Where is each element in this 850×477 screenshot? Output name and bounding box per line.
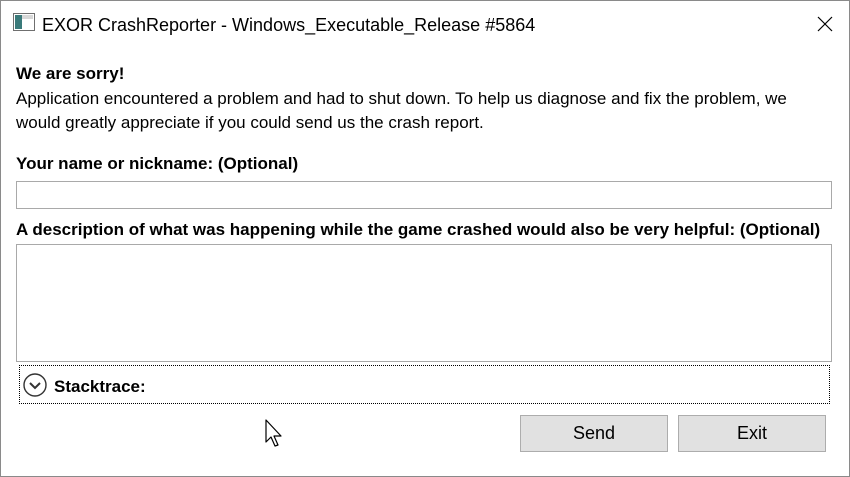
title-bar[interactable]: EXOR CrashReporter - Windows_Executable_… [1, 1, 849, 47]
stacktrace-expander[interactable]: Stacktrace: [19, 365, 830, 404]
send-button[interactable]: Send [520, 415, 668, 452]
description-textarea[interactable] [16, 244, 832, 362]
crash-message: Application encountered a problem and ha… [16, 89, 787, 132]
app-window-icon [13, 13, 35, 31]
chevron-down-circle-icon[interactable] [23, 373, 47, 397]
description-label: A description of what was happening whil… [16, 220, 821, 239]
close-button[interactable] [801, 1, 849, 47]
mouse-cursor-icon [265, 419, 282, 447]
exit-button[interactable]: Exit [678, 415, 826, 452]
crash-reporter-window: EXOR CrashReporter - Windows_Executable_… [0, 0, 850, 477]
close-icon [817, 16, 833, 32]
name-input[interactable] [16, 181, 832, 209]
apology-heading: We are sorry! [16, 64, 125, 83]
name-label: Your name or nickname: (Optional) [16, 154, 299, 173]
window-title: EXOR CrashReporter - Windows_Executable_… [42, 15, 536, 35]
stacktrace-label: Stacktrace: [54, 377, 146, 396]
